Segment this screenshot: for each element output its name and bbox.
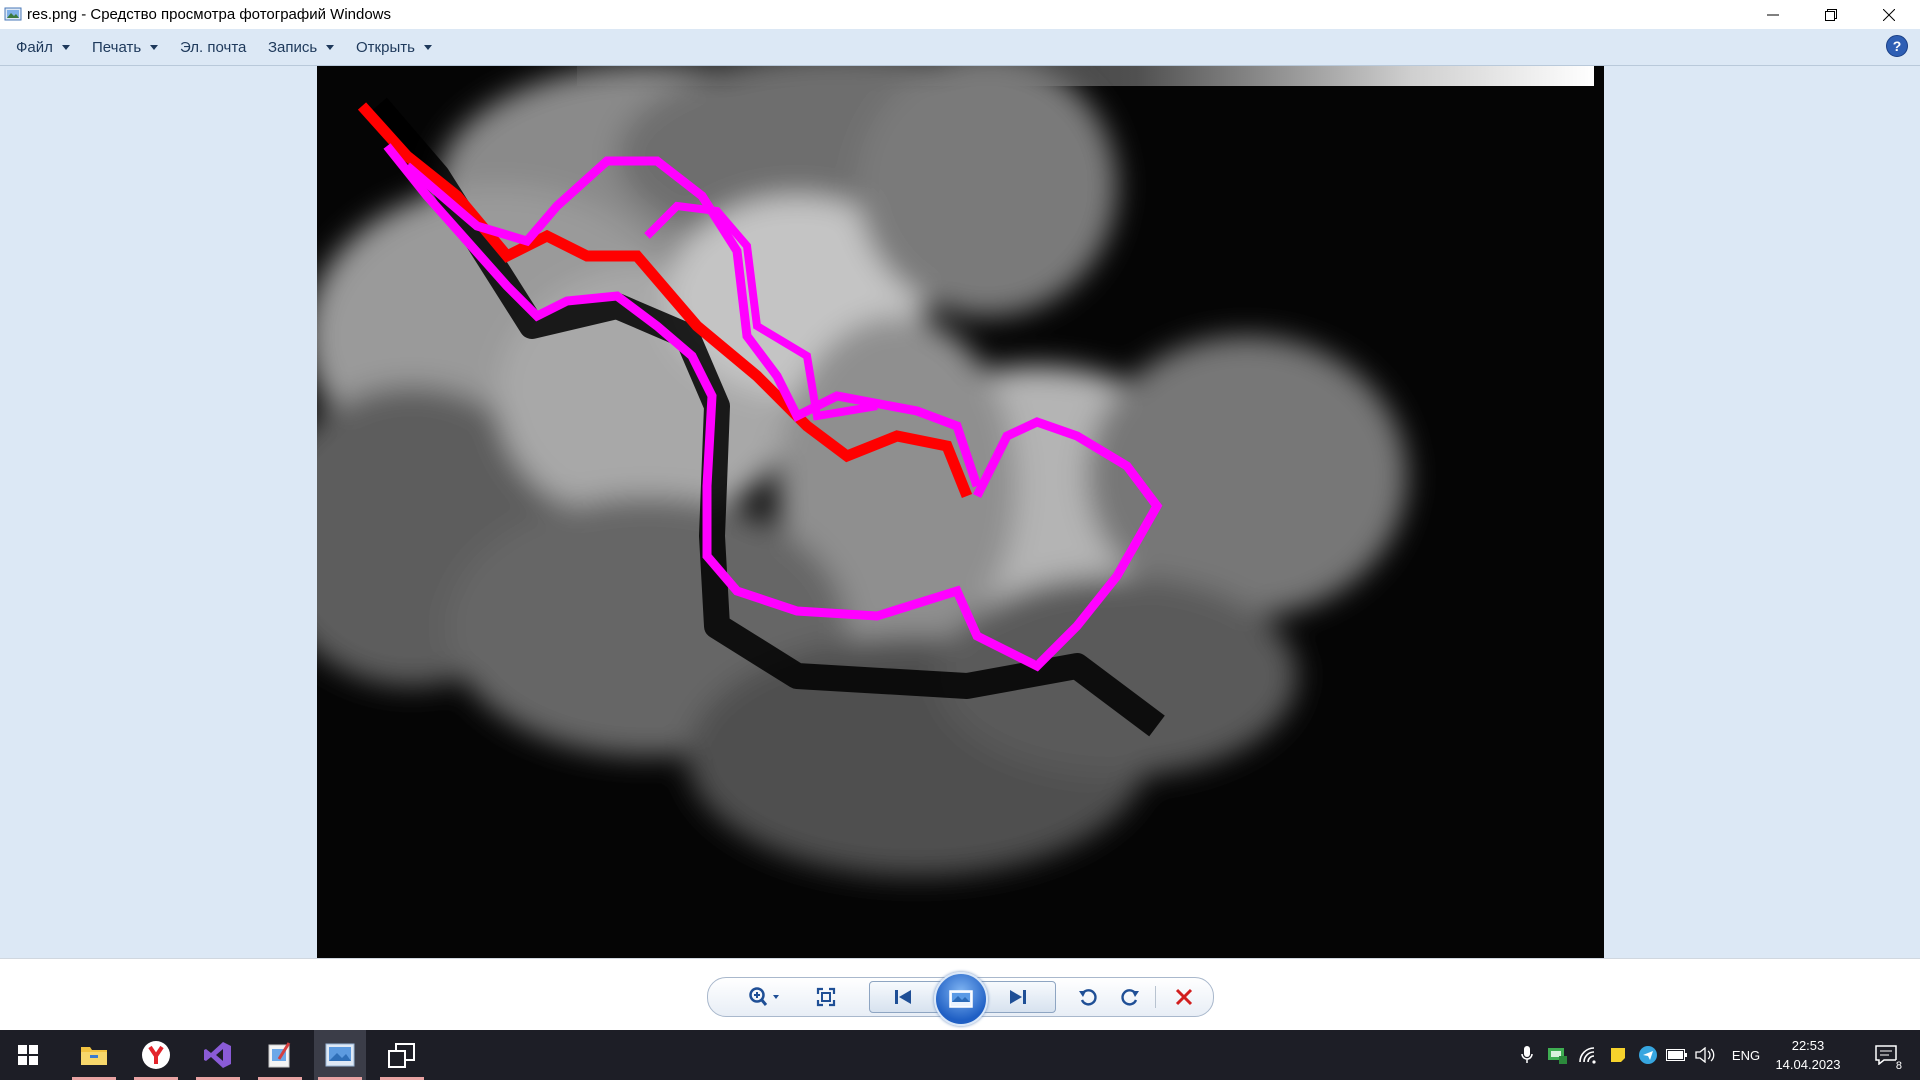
chevron-down-icon — [61, 44, 70, 50]
close-icon — [1883, 8, 1895, 21]
sticky-notes-icon — [1611, 1048, 1625, 1062]
image-viewer-area — [0, 66, 1920, 958]
visual-studio-icon — [204, 1042, 231, 1068]
menu-open[interactable]: Открыть — [356, 29, 432, 65]
separator — [1155, 986, 1156, 1008]
chevron-down-icon — [423, 44, 432, 50]
taskbar-yandex-browser[interactable] — [130, 1030, 182, 1080]
chevron-down-icon — [326, 44, 335, 50]
image-content — [317, 66, 1594, 876]
actual-size-icon — [816, 987, 836, 1007]
help-icon[interactable]: ? — [1886, 35, 1908, 57]
zoom-icon — [749, 987, 779, 1006]
previous-icon — [894, 990, 911, 1004]
displayed-image — [317, 66, 1604, 958]
task-view-icon — [388, 1043, 415, 1068]
chevron-down-icon — [150, 44, 159, 50]
tray-telegram[interactable] — [1636, 1030, 1660, 1080]
previous-button[interactable] — [875, 978, 930, 1016]
menu-burn[interactable]: Запись — [268, 29, 335, 65]
taskbar: ENG 22:53 14.04.2023 8 — [0, 1030, 1920, 1080]
microphone-icon — [1521, 1046, 1533, 1063]
battery-icon — [1666, 1049, 1687, 1061]
title-bar: res.png - Средство просмотра фотографий … — [0, 0, 1920, 29]
minimize-icon — [1767, 14, 1779, 15]
menu-file-label: Файл — [16, 38, 53, 56]
menu-print[interactable]: Печать — [92, 29, 159, 65]
tray-notifications[interactable]: 8 — [1866, 1030, 1906, 1080]
slideshow-button[interactable] — [934, 972, 988, 1026]
next-button[interactable] — [990, 978, 1045, 1016]
telegram-icon — [1639, 1046, 1657, 1064]
yandex-browser-icon — [142, 1041, 170, 1069]
menu-email[interactable]: Эл. почта — [180, 29, 246, 65]
paint-icon — [268, 1042, 291, 1068]
windows-start-icon — [18, 1045, 38, 1065]
tray-volume[interactable] — [1693, 1030, 1717, 1080]
notification-count: 8 — [1895, 1060, 1902, 1072]
rotate-counterclockwise-button[interactable] — [1070, 978, 1106, 1016]
volume-icon — [1695, 1047, 1715, 1063]
slideshow-icon — [949, 990, 973, 1008]
minimize-button[interactable] — [1744, 0, 1802, 29]
menu-print-label: Печать — [92, 38, 142, 56]
controls-pill — [707, 972, 1214, 1026]
start-button[interactable] — [2, 1030, 54, 1080]
menu-open-label: Открыть — [356, 38, 415, 56]
taskbar-visual-studio[interactable] — [192, 1030, 244, 1080]
clock[interactable]: 22:53 14.04.2023 — [1768, 1036, 1848, 1074]
tray-notes[interactable] — [1606, 1030, 1630, 1080]
rotate-counterclockwise-icon — [1079, 989, 1097, 1006]
zoom-button[interactable] — [738, 978, 790, 1016]
menu-burn-label: Запись — [268, 38, 318, 56]
restore-button[interactable] — [1802, 0, 1860, 29]
restore-icon — [1825, 8, 1837, 21]
network-manager-icon — [1548, 1048, 1567, 1064]
menu-file[interactable]: Файл — [16, 29, 70, 65]
tray-microphone[interactable] — [1516, 1030, 1538, 1080]
menu-bar: Файл Печать Эл. почта Запись Открыть ? — [0, 29, 1920, 66]
tray-network-manager[interactable] — [1545, 1030, 1569, 1080]
wifi-icon — [1579, 1047, 1596, 1064]
taskbar-file-explorer[interactable] — [68, 1030, 120, 1080]
file-explorer-icon — [81, 1047, 107, 1065]
clock-time: 22:53 — [1791, 1038, 1825, 1053]
notifications-icon — [1875, 1045, 1897, 1065]
tray-wifi[interactable] — [1576, 1030, 1600, 1080]
taskbar-paint[interactable] — [254, 1030, 306, 1080]
delete-icon — [1175, 988, 1193, 1006]
delete-button[interactable] — [1164, 978, 1204, 1016]
rotate-clockwise-icon — [1121, 989, 1139, 1006]
control-bar — [0, 958, 1920, 1031]
rotate-clockwise-button[interactable] — [1112, 978, 1148, 1016]
close-button[interactable] — [1860, 0, 1918, 29]
menu-email-label: Эл. почта — [180, 38, 247, 56]
window-title: res.png - Средство просмотра фотографий … — [27, 6, 392, 23]
tray-battery[interactable] — [1665, 1030, 1689, 1080]
tray-language[interactable]: ENG — [1726, 1030, 1766, 1080]
taskbar-task-view[interactable] — [376, 1030, 428, 1080]
photo-viewer-app-icon — [4, 7, 22, 21]
taskbar-photo-viewer[interactable] — [314, 1030, 366, 1080]
photo-viewer-icon — [325, 1043, 355, 1067]
next-icon — [1009, 990, 1026, 1004]
clock-date: 14.04.2023 — [1775, 1057, 1841, 1072]
actual-size-button[interactable] — [806, 978, 846, 1016]
